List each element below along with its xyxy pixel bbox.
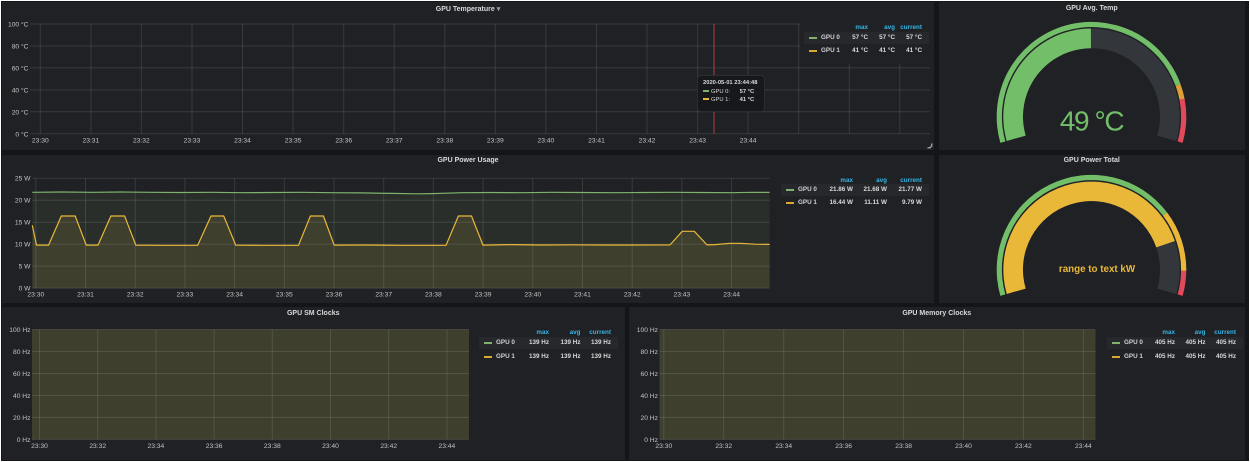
svg-text:23:34: 23:34 bbox=[234, 138, 251, 145]
svg-text:60 Hz: 60 Hz bbox=[13, 371, 31, 378]
svg-text:23:40: 23:40 bbox=[538, 138, 555, 145]
svg-text:25 W: 25 W bbox=[15, 175, 31, 182]
svg-text:23:44: 23:44 bbox=[439, 443, 456, 450]
svg-text:15 W: 15 W bbox=[15, 219, 31, 226]
svg-text:23:41: 23:41 bbox=[574, 291, 591, 298]
svg-text:23:37: 23:37 bbox=[375, 291, 392, 298]
svg-text:23:36: 23:36 bbox=[326, 291, 343, 298]
svg-text:23:42: 23:42 bbox=[624, 291, 641, 298]
svg-text:40 Hz: 40 Hz bbox=[640, 393, 658, 400]
svg-text:23:36: 23:36 bbox=[835, 443, 852, 450]
svg-text:23:39: 23:39 bbox=[487, 138, 504, 145]
svg-text:23:42: 23:42 bbox=[380, 443, 397, 450]
svg-text:60 Hz: 60 Hz bbox=[640, 371, 658, 378]
svg-text:20 W: 20 W bbox=[15, 197, 31, 204]
svg-text:40 °C: 40 °C bbox=[12, 86, 29, 94]
svg-text:23:33: 23:33 bbox=[184, 138, 201, 145]
svg-text:100 Hz: 100 Hz bbox=[9, 327, 31, 334]
svg-text:23:30: 23:30 bbox=[27, 291, 44, 298]
svg-text:23:40: 23:40 bbox=[322, 443, 339, 450]
svg-text:23:44: 23:44 bbox=[1075, 443, 1092, 450]
svg-text:23:36: 23:36 bbox=[335, 138, 352, 145]
svg-text:23:38: 23:38 bbox=[895, 443, 912, 450]
svg-text:100 °C: 100 °C bbox=[8, 21, 29, 29]
svg-text:23:41: 23:41 bbox=[588, 138, 605, 145]
svg-text:5 W: 5 W bbox=[19, 263, 32, 270]
svg-text:23:38: 23:38 bbox=[436, 138, 453, 145]
svg-text:23:42: 23:42 bbox=[639, 138, 656, 145]
svg-text:20 Hz: 20 Hz bbox=[13, 415, 31, 422]
svg-text:10 W: 10 W bbox=[15, 241, 31, 248]
svg-text:23:35: 23:35 bbox=[276, 291, 293, 298]
svg-text:23:34: 23:34 bbox=[775, 443, 792, 450]
svg-text:0 Hz: 0 Hz bbox=[17, 437, 31, 444]
svg-text:23:40: 23:40 bbox=[955, 443, 972, 450]
svg-text:23:33: 23:33 bbox=[177, 291, 194, 298]
svg-text:23:32: 23:32 bbox=[133, 138, 150, 145]
svg-text:range to text kW: range to text kW bbox=[1058, 264, 1135, 275]
svg-text:20 Hz: 20 Hz bbox=[640, 415, 658, 422]
svg-text:23:32: 23:32 bbox=[715, 443, 732, 450]
svg-text:80 °C: 80 °C bbox=[12, 43, 29, 51]
svg-text:23:44: 23:44 bbox=[740, 138, 757, 145]
svg-text:23:31: 23:31 bbox=[83, 138, 100, 145]
svg-text:23:32: 23:32 bbox=[127, 291, 144, 298]
svg-text:23:30: 23:30 bbox=[655, 443, 672, 450]
svg-text:23:44: 23:44 bbox=[723, 291, 740, 298]
svg-text:23:38: 23:38 bbox=[425, 291, 442, 298]
svg-text:23:43: 23:43 bbox=[689, 138, 706, 145]
svg-text:23:43: 23:43 bbox=[674, 291, 691, 298]
svg-text:23:34: 23:34 bbox=[226, 291, 243, 298]
svg-text:0 °C: 0 °C bbox=[15, 130, 28, 138]
svg-text:23:40: 23:40 bbox=[524, 291, 541, 298]
svg-text:40 Hz: 40 Hz bbox=[13, 393, 31, 400]
svg-text:23:31: 23:31 bbox=[77, 291, 94, 298]
svg-text:23:39: 23:39 bbox=[475, 291, 492, 298]
svg-text:23:30: 23:30 bbox=[32, 138, 49, 145]
svg-text:20 °C: 20 °C bbox=[12, 108, 29, 116]
svg-text:23:37: 23:37 bbox=[386, 138, 403, 145]
svg-text:80 Hz: 80 Hz bbox=[13, 349, 31, 356]
svg-text:23:38: 23:38 bbox=[264, 443, 281, 450]
svg-text:49 °C: 49 °C bbox=[1059, 106, 1124, 137]
svg-text:23:36: 23:36 bbox=[206, 443, 223, 450]
svg-text:23:32: 23:32 bbox=[89, 443, 106, 450]
svg-text:23:34: 23:34 bbox=[148, 443, 165, 450]
svg-text:23:30: 23:30 bbox=[31, 443, 48, 450]
svg-text:23:35: 23:35 bbox=[285, 138, 302, 145]
svg-text:60 °C: 60 °C bbox=[12, 64, 29, 72]
svg-text:80 Hz: 80 Hz bbox=[640, 349, 658, 356]
svg-text:23:42: 23:42 bbox=[1015, 443, 1032, 450]
svg-text:100 Hz: 100 Hz bbox=[636, 327, 658, 334]
